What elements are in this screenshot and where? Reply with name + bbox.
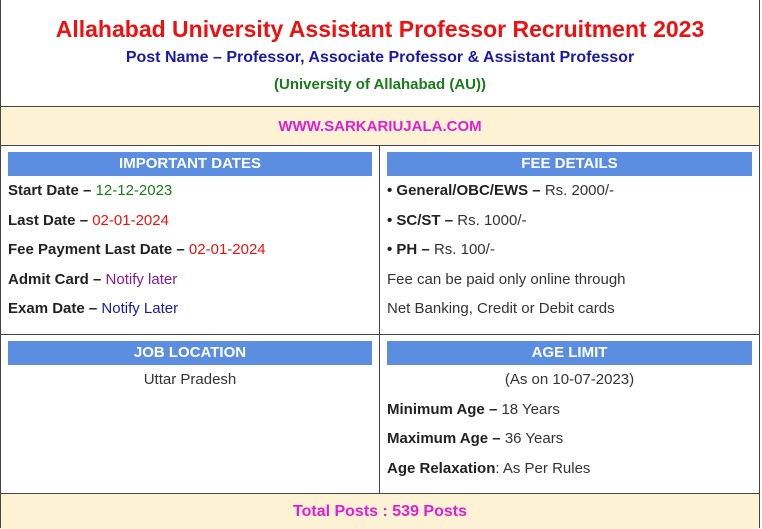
total-posts: Total Posts : 539 Posts [1,494,759,529]
start-date: Start Date – 12-12-2023 [8,182,173,199]
minimum-age: Minimum Age – 18 Years [387,400,560,418]
important-dates-panel: IMPORTANT DATES Start Date – 12-12-2023 … [1,146,380,334]
age-relaxation: Age Relaxation: As Per Rules [387,459,591,477]
fee-note-1: Fee can be paid only online through [387,270,626,288]
recruitment-table: Allahabad University Assistant Professor… [0,0,760,529]
job-location-header: JOB LOCATION [8,341,372,365]
header-section: Allahabad University Assistant Professor… [1,0,759,107]
fee-scst: • SC/ST – Rs. 1000/- [387,211,527,229]
fee-payment-last-date: Fee Payment Last Date – 02-01-2024 [8,241,266,258]
fee-general: • General/OBC/EWS – Rs. 2000/- [387,182,615,199]
fee-ph: • PH – Rs. 100/- [387,241,495,258]
fee-note-2: Net Banking, Credit or Debit cards [387,300,615,317]
fee-details-panel: FEE DETAILS • General/OBC/EWS – Rs. 2000… [380,146,759,334]
maximum-age: Maximum Age – 36 Years [387,430,564,447]
age-as-on: (As on 10-07-2023) [504,371,635,388]
admit-card-date: Admit Card – Notify later [8,270,178,288]
last-date: Last Date – 02-01-2024 [8,211,169,229]
post-name: Post Name – Professor, Associate Profess… [125,49,635,66]
job-location-panel: JOB LOCATION Uttar Pradesh [1,335,380,493]
age-limit-panel: AGE LIMIT (As on 10-07-2023) Minimum Age… [380,335,759,493]
university-name: (University of Allahabad (AU)) [274,76,486,93]
important-dates-header: IMPORTANT DATES [8,152,372,176]
location-age-row: JOB LOCATION Uttar Pradesh AGE LIMIT (As… [1,335,759,494]
dates-fee-row: IMPORTANT DATES Start Date – 12-12-2023 … [1,146,759,335]
age-limit-header: AGE LIMIT [387,341,752,365]
exam-date: Exam Date – Notify Later [8,300,179,317]
website-link[interactable]: WWW.SARKARIUJALA.COM [1,107,759,146]
page-title: Allahabad University Assistant Professor… [55,16,705,42]
job-location-value: Uttar Pradesh [143,371,237,388]
fee-details-header: FEE DETAILS [387,152,752,176]
